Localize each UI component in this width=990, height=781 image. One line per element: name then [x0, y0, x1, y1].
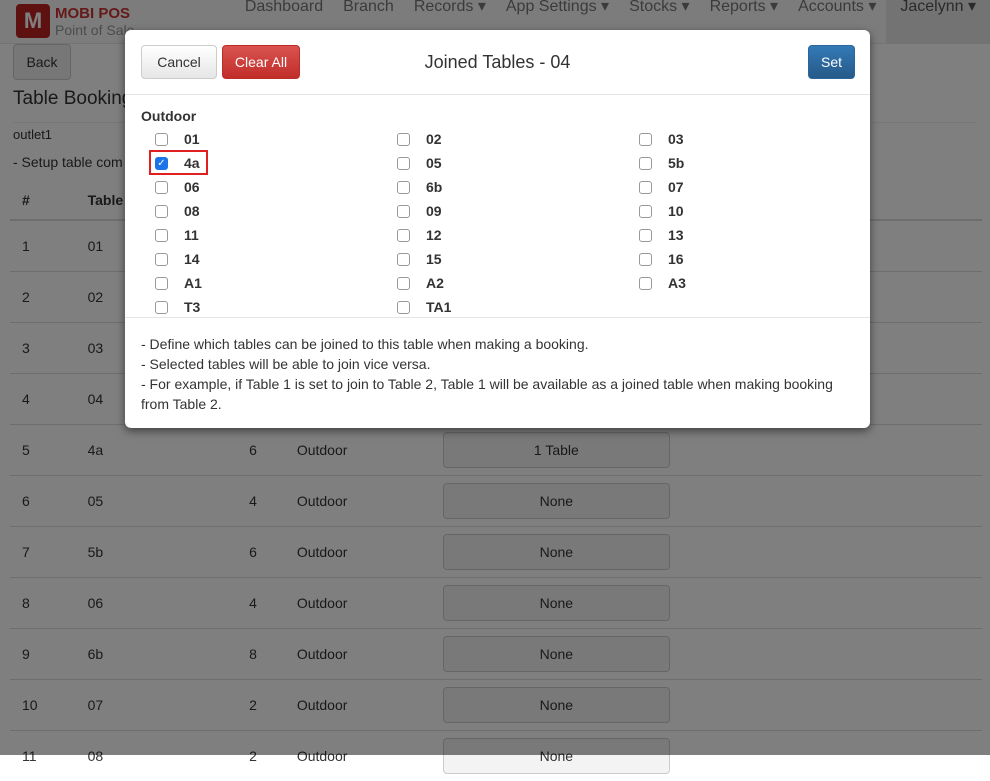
- option-label: T3: [184, 299, 201, 315]
- table-option[interactable]: A2: [383, 271, 625, 295]
- table-options: 01 02 03 ✓ 4a 05 5b 06 6b 07 08 09 10 11 12 13 14 15 16 A1 A…: [141, 127, 854, 319]
- table-option[interactable]: 12: [383, 223, 625, 247]
- modal-body: Outdoor 01 02 03 ✓ 4a 05 5b 06 6b 07 08 09 10 11 12 13 1…: [125, 95, 870, 318]
- option-label: A3: [668, 275, 686, 291]
- set-button[interactable]: Set: [808, 45, 855, 79]
- option-label: 11: [184, 227, 199, 243]
- table-option[interactable]: 07: [625, 175, 867, 199]
- modal-title: Joined Tables - 04: [424, 52, 571, 72]
- checkbox[interactable]: [639, 252, 652, 266]
- note-line: - Selected tables will be able to join v…: [141, 356, 431, 372]
- table-option[interactable]: 05: [383, 151, 625, 175]
- option-label: 12: [426, 227, 442, 243]
- option-label: 03: [668, 131, 684, 147]
- table-option[interactable]: 03: [625, 127, 867, 151]
- modal-notes: - Define which tables can be joined to t…: [125, 318, 870, 430]
- option-label: 15: [426, 251, 442, 267]
- checkbox[interactable]: [155, 300, 168, 314]
- table-option[interactable]: 10: [625, 199, 867, 223]
- option-label: A2: [426, 275, 444, 291]
- checkbox[interactable]: [397, 300, 410, 314]
- checkbox[interactable]: [397, 228, 410, 242]
- option-label: 02: [426, 131, 442, 147]
- table-option[interactable]: 11: [141, 223, 383, 247]
- table-option[interactable]: 13: [625, 223, 867, 247]
- highlight-box: [149, 150, 208, 175]
- table-option[interactable]: 02: [383, 127, 625, 151]
- option-label: TA1: [426, 299, 452, 315]
- checkbox[interactable]: [397, 156, 410, 170]
- table-option[interactable]: 6b: [383, 175, 625, 199]
- option-label: 5b: [668, 155, 685, 171]
- option-label: A1: [184, 275, 202, 291]
- table-option[interactable]: ✓ 4a: [141, 150, 383, 175]
- table-option[interactable]: 09: [383, 199, 625, 223]
- joined-tables-modal: Cancel Clear All Joined Tables - 04 Set …: [125, 30, 870, 428]
- checkbox[interactable]: [155, 180, 168, 194]
- checkbox[interactable]: [155, 276, 168, 290]
- table-option[interactable]: 14: [141, 247, 383, 271]
- checkbox[interactable]: [639, 156, 652, 170]
- checkbox[interactable]: [639, 228, 652, 242]
- table-option[interactable]: 16: [625, 247, 867, 271]
- option-label: 14: [184, 251, 200, 267]
- table-option[interactable]: T3: [141, 295, 383, 319]
- checkbox[interactable]: [397, 204, 410, 218]
- table-option[interactable]: A3: [625, 271, 867, 295]
- option-label: 08: [184, 203, 200, 219]
- checkbox[interactable]: [397, 276, 410, 290]
- note-line: - Define which tables can be joined to t…: [141, 336, 589, 352]
- checkbox[interactable]: [639, 132, 652, 146]
- checkbox[interactable]: [639, 180, 652, 194]
- option-label: 05: [426, 155, 442, 171]
- checkbox[interactable]: [639, 276, 652, 290]
- checkbox[interactable]: [397, 252, 410, 266]
- table-option[interactable]: 15: [383, 247, 625, 271]
- checkbox[interactable]: [155, 228, 168, 242]
- option-label: 6b: [426, 179, 443, 195]
- option-label: 06: [184, 179, 200, 195]
- checkbox[interactable]: [155, 252, 168, 266]
- table-option[interactable]: 5b: [625, 151, 867, 175]
- table-option[interactable]: 06: [141, 175, 383, 199]
- group-label: Outdoor: [141, 108, 197, 124]
- option-label: 09: [426, 203, 442, 219]
- checkbox[interactable]: [397, 132, 410, 146]
- option-label: 13: [668, 227, 684, 243]
- checkbox[interactable]: [155, 132, 168, 146]
- checkbox[interactable]: [639, 204, 652, 218]
- table-option[interactable]: A1: [141, 271, 383, 295]
- option-label: 07: [668, 179, 684, 195]
- checkbox[interactable]: [155, 204, 168, 218]
- note-line: - For example, if Table 1 is set to join…: [141, 376, 833, 412]
- option-label: 16: [668, 251, 684, 267]
- modal-header: Cancel Clear All Joined Tables - 04 Set: [125, 30, 870, 95]
- option-label: 10: [668, 203, 684, 219]
- table-option[interactable]: 08: [141, 199, 383, 223]
- option-label: 01: [184, 131, 200, 147]
- table-option[interactable]: 01: [141, 127, 383, 151]
- table-option[interactable]: TA1: [383, 295, 625, 319]
- checkbox[interactable]: [397, 180, 410, 194]
